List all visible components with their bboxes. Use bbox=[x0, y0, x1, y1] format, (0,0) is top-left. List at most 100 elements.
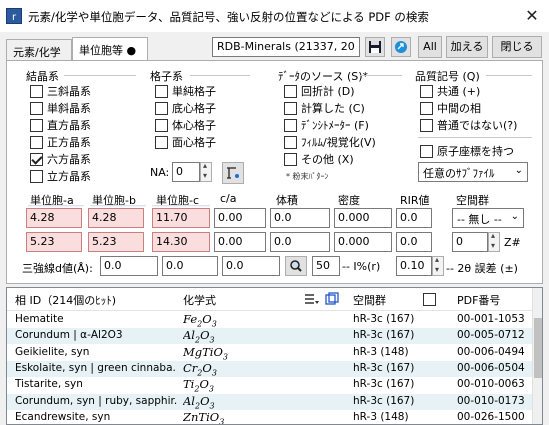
link-button[interactable] bbox=[391, 37, 411, 57]
tab-elements[interactable]: 元素/化学 bbox=[6, 39, 72, 61]
list-item[interactable]: Corundum, syn | ruby, sapphir... Al2O3 hR-… bbox=[7, 393, 532, 410]
list-item[interactable]: Hematite Fe2O3 hR-3c (167) 00-001-1053 bbox=[7, 312, 532, 328]
scrollbar-thumb[interactable] bbox=[534, 318, 542, 378]
source-densitometer-checkbox[interactable]: ﾃﾞﾝｼﾄﾒｰﾀｰ (F) bbox=[284, 117, 369, 133]
source-film-checkbox[interactable]: ﾌｨﾙﾑ/視覚化(V) bbox=[284, 134, 376, 150]
intensity-input[interactable]: 50 bbox=[312, 256, 340, 276]
pdf-number: 00-026-1500 bbox=[457, 410, 525, 423]
quality-intermediate-checkbox[interactable]: 中間の相 bbox=[420, 100, 481, 116]
source-diffractometer-checkbox[interactable]: 回折計 (D) bbox=[284, 83, 355, 99]
rir-max-input[interactable]: 0.0 bbox=[396, 232, 432, 252]
source-calculated-checkbox[interactable]: 計算した (C) bbox=[284, 100, 365, 116]
crystal-orthorhombic-checkbox[interactable]: 直方晶系 bbox=[30, 117, 91, 133]
crystal-tetragonal-checkbox[interactable]: 正方晶系 bbox=[30, 134, 91, 150]
volume-max-input[interactable]: 0.0 bbox=[270, 232, 330, 252]
density-min-input[interactable]: 0.000 bbox=[334, 208, 392, 228]
d3-input[interactable]: 0.0 bbox=[222, 256, 280, 276]
rir-min-input[interactable]: 0.0 bbox=[396, 208, 432, 228]
volume-min-input[interactable]: 0.0 bbox=[270, 208, 330, 228]
formula-element: O bbox=[199, 377, 209, 392]
z-label: Z# bbox=[504, 236, 521, 249]
crystal-triclinic-checkbox[interactable]: 三斜晶系 bbox=[30, 83, 91, 99]
cell-b-min-input[interactable]: 4.28 bbox=[88, 208, 144, 228]
lattice-face-centered-checkbox[interactable]: 面心格子 bbox=[155, 134, 216, 150]
results-list[interactable]: 相 ID（214個のﾋｯﾄ) 化学式 空間群 PDF番号 Hematite Fe2… bbox=[6, 287, 543, 425]
lattice-filter-button[interactable] bbox=[222, 162, 244, 184]
space-group: hR-3c (167) bbox=[353, 361, 415, 374]
formula-element: O bbox=[200, 393, 210, 408]
error-spinner[interactable] bbox=[432, 255, 444, 276]
select-all-checkbox[interactable] bbox=[423, 292, 436, 306]
subfile-select[interactable]: 任意のｻﾌﾞﾌｧｲﾙ ⌄ bbox=[418, 162, 528, 182]
checkbox-box bbox=[423, 292, 436, 306]
na-label: NA: bbox=[150, 166, 170, 179]
list-item[interactable]: Ecandrewsite, syn ZnTiO3 hR-3 (148) 00-026-… bbox=[7, 409, 532, 424]
list-item[interactable]: Corundum | α-Al2O3 Al2O3 hR-3c (167) 00-005… bbox=[7, 328, 532, 345]
density-max-input[interactable]: 0.000 bbox=[334, 232, 392, 252]
checkbox-label: 原子座標を持つ bbox=[437, 145, 514, 158]
cell-a-min-input[interactable]: 4.28 bbox=[26, 208, 82, 228]
add-button[interactable]: 加える bbox=[446, 36, 488, 58]
cell-b-max-input[interactable]: 5.23 bbox=[88, 232, 144, 252]
formula-element: ZnTiO bbox=[183, 409, 220, 424]
source-other-checkbox[interactable]: その他 (X) bbox=[284, 151, 354, 167]
z-input[interactable]: 0 bbox=[452, 232, 488, 252]
all-button[interactable]: All bbox=[418, 36, 442, 58]
column-header-formula[interactable]: 化学式 bbox=[183, 288, 216, 310]
space-group: hR-3c (167) bbox=[353, 394, 415, 407]
lattice-base-centered-checkbox[interactable]: 底心格子 bbox=[155, 100, 216, 116]
quality-common-checkbox[interactable]: 共通 (+) bbox=[420, 83, 480, 99]
checkbox-box bbox=[284, 152, 297, 166]
column-header-space-group[interactable]: 空間群 bbox=[353, 288, 386, 310]
phase-name: Tistarite, syn bbox=[15, 378, 83, 391]
close-button[interactable]: 閉じる bbox=[492, 36, 542, 58]
na-spinner[interactable] bbox=[200, 161, 212, 182]
cell-a-max-input[interactable]: 5.23 bbox=[26, 232, 82, 252]
formula-element: O bbox=[200, 328, 210, 343]
quality-unusual-checkbox[interactable]: 普通ではない(?) bbox=[420, 117, 517, 133]
crystal-system-title: 結晶系 bbox=[26, 70, 59, 83]
atom-coords-checkbox[interactable]: 原子座標を持つ bbox=[420, 143, 514, 159]
column-header-pdf[interactable]: PDF番号 bbox=[457, 288, 500, 310]
save-icon bbox=[369, 41, 381, 53]
checkbox-label: 体心格子 bbox=[172, 119, 216, 132]
close-window-icon[interactable]: ✕ bbox=[521, 6, 543, 26]
c-over-a-max-input[interactable]: 0.00 bbox=[214, 232, 266, 252]
crystal-hexagonal-checkbox[interactable]: 六方晶系 bbox=[30, 151, 91, 167]
sort-icon[interactable] bbox=[305, 293, 319, 305]
app-icon: r bbox=[6, 8, 22, 24]
na-input[interactable]: 0 bbox=[172, 162, 200, 182]
error-input[interactable]: 0.10 bbox=[396, 256, 432, 276]
d2-input[interactable]: 0.0 bbox=[162, 256, 218, 276]
subfile-select-value: 任意のｻﾌﾞﾌｧｲﾙ bbox=[423, 167, 495, 180]
lattice-primitive-checkbox[interactable]: 単純格子 bbox=[155, 83, 216, 99]
c-over-a-min-input[interactable]: 0.00 bbox=[214, 208, 266, 228]
cell-c-max-input[interactable]: 14.30 bbox=[152, 232, 210, 252]
checkbox-label: 正方晶系 bbox=[47, 136, 91, 149]
checkbox-box bbox=[420, 118, 433, 132]
column-header-name[interactable]: 相 ID（214個のﾋｯﾄ) bbox=[15, 288, 116, 310]
search-button[interactable] bbox=[285, 256, 307, 276]
list-item[interactable]: Tistarite, syn Ti2O3 hR-3c (167) 00-010-006… bbox=[7, 377, 532, 393]
checkbox-label: その他 (X) bbox=[301, 153, 354, 166]
lattice-body-centered-checkbox[interactable]: 体心格子 bbox=[155, 117, 216, 133]
cell-c-min-input[interactable]: 11.70 bbox=[152, 208, 210, 228]
d1-input[interactable]: 0.0 bbox=[100, 256, 158, 276]
list-item[interactable]: Geikielite, syn MgTiO3 hR-3 (148) 00-006-04… bbox=[7, 345, 532, 361]
z-spinner[interactable] bbox=[488, 231, 500, 252]
formula-element: Al bbox=[183, 328, 195, 343]
database-select[interactable]: RDB-Minerals (21337, 20 bbox=[212, 37, 360, 57]
checkbox-box bbox=[155, 101, 168, 115]
list-item[interactable]: Eskolaite, syn | green cinnaba... Cr2O3 hR… bbox=[7, 360, 532, 377]
structure-icon[interactable] bbox=[325, 292, 339, 306]
checkbox-label: 普通ではない(?) bbox=[437, 119, 518, 132]
phase-name: Hematite bbox=[15, 313, 64, 325]
space-group-select[interactable]: -- 無し -- ⌄ bbox=[452, 208, 524, 228]
formula-element: O bbox=[202, 312, 212, 326]
chevron-down-icon: ⌄ bbox=[514, 165, 523, 176]
tab-unit-cell[interactable]: 単位胞等 ● bbox=[72, 37, 148, 61]
results-scrollbar[interactable] bbox=[532, 288, 542, 424]
crystal-monoclinic-checkbox[interactable]: 単斜晶系 bbox=[30, 100, 91, 116]
save-button[interactable] bbox=[365, 37, 385, 57]
crystal-cubic-checkbox[interactable]: 立方晶系 bbox=[30, 168, 91, 184]
